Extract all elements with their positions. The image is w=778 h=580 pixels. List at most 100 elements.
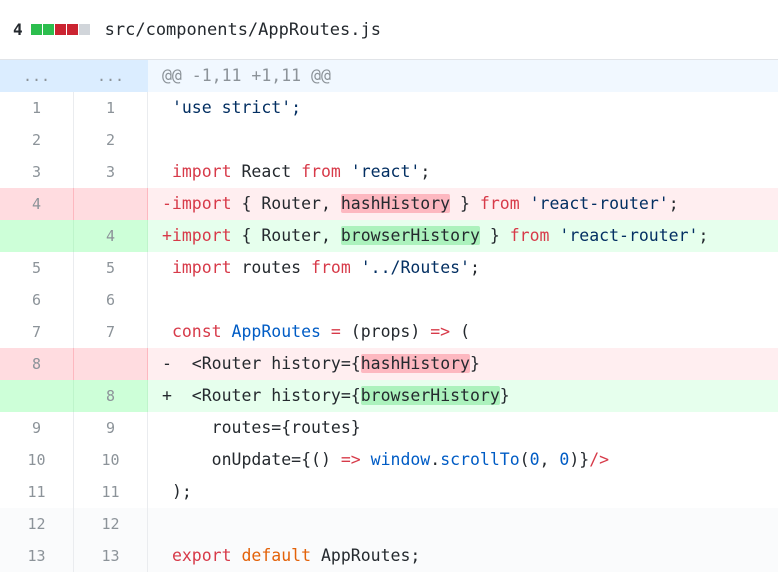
string-token: 'use strict'; <box>171 98 302 117</box>
identifier-token: window <box>370 450 431 469</box>
punct-token: { <box>350 354 361 373</box>
diff-line: 6 6 <box>0 284 778 316</box>
identifier-token: routes <box>241 258 302 277</box>
code-content <box>148 124 778 156</box>
tag-token: Router <box>201 386 262 405</box>
keyword-token: -import <box>162 194 232 213</box>
string-token: 'react' <box>350 162 421 181</box>
removed-word-highlight: hashHistory <box>360 354 470 373</box>
code-content: import routes from '../Routes'; <box>148 252 778 284</box>
number-token: 0 <box>529 450 540 469</box>
old-line-number[interactable]: 13 <box>0 540 74 572</box>
tag-token: Router <box>201 354 262 373</box>
new-line-number[interactable]: 6 <box>74 284 148 316</box>
expand-down-button[interactable]: ... <box>74 60 148 92</box>
punct-token: } <box>499 386 510 405</box>
punct-token: {routes} <box>281 418 361 437</box>
diff-line: 12 12 <box>0 508 778 540</box>
code-content: const AppRoutes = (props) => ( <box>148 316 778 348</box>
diffstat-block <box>54 24 66 35</box>
deleted-line: 8 - <Router history={hashHistory} <box>0 348 778 380</box>
diff-line: 2 2 <box>0 124 778 156</box>
diffstat-block <box>66 24 78 35</box>
punct-token: ( <box>460 322 470 341</box>
diffstat-block <box>78 24 90 35</box>
arrow-token: => <box>340 450 361 469</box>
old-line-number[interactable]: 4 <box>0 188 74 220</box>
punct-token: ; <box>668 194 679 213</box>
old-line-number[interactable]: 2 <box>0 124 74 156</box>
diff-line: 11 11 ); <box>0 476 778 508</box>
diff-line: 10 10 onUpdate={() => window.scrollTo(0,… <box>0 444 778 476</box>
punct-token: } <box>489 226 500 245</box>
new-line-number[interactable]: 10 <box>74 444 148 476</box>
diffstat-bar <box>30 24 91 35</box>
added-line: 4 +import { Router, browserHistory } fro… <box>0 220 778 252</box>
new-line-number[interactable]: 4 <box>74 220 148 252</box>
new-line-number[interactable]: 1 <box>74 92 148 124</box>
expand-up-button[interactable]: ... <box>0 60 74 92</box>
old-line-number[interactable]: 1 <box>0 92 74 124</box>
old-line-number[interactable] <box>0 380 74 412</box>
deleted-line: 4 -import { Router, hashHistory } from '… <box>0 188 778 220</box>
punct-token: ); <box>171 482 192 501</box>
method-token: scrollTo <box>440 450 520 469</box>
added-word-highlight: browserHistory <box>360 386 500 405</box>
diff-line: 9 9 routes={routes} <box>0 412 778 444</box>
code-content: ); <box>148 476 778 508</box>
old-line-number[interactable] <box>0 220 74 252</box>
punct-token: } <box>460 194 470 213</box>
punct-token: ; <box>470 258 480 277</box>
new-line-number[interactable]: 13 <box>74 540 148 572</box>
new-line-number[interactable]: 9 <box>74 412 148 444</box>
old-line-number[interactable]: 11 <box>0 476 74 508</box>
keyword-token: from <box>301 162 341 181</box>
new-line-number[interactable]: 5 <box>74 252 148 284</box>
old-line-number[interactable]: 3 <box>0 156 74 188</box>
punct-token: ; <box>698 226 709 245</box>
code-content: import React from 'react'; <box>148 156 778 188</box>
identifier-token: { Router, <box>241 226 331 245</box>
removed-word-highlight: hashHistory <box>340 194 451 213</box>
new-line-number[interactable]: 2 <box>74 124 148 156</box>
old-line-number[interactable]: 7 <box>0 316 74 348</box>
code-content: +import { Router, browserHistory } from … <box>148 220 778 252</box>
hunk-header: @@ -1,11 +1,11 @@ <box>148 60 778 92</box>
old-line-number[interactable]: 12 <box>0 508 74 540</box>
file-path-link[interactable]: src/components/AppRoutes.js <box>105 20 381 40</box>
new-line-number[interactable]: 7 <box>74 316 148 348</box>
arrow-token: => <box>430 322 451 341</box>
new-line-number[interactable]: 11 <box>74 476 148 508</box>
old-line-number[interactable]: 10 <box>0 444 74 476</box>
code-content <box>148 508 778 540</box>
new-line-number[interactable]: 12 <box>74 508 148 540</box>
keyword-token: import <box>171 258 232 277</box>
old-line-number[interactable]: 9 <box>0 412 74 444</box>
operator-token: = <box>330 322 341 341</box>
diffstat-block <box>30 24 42 35</box>
code-content: onUpdate={() => window.scrollTo(0, 0)}/> <box>148 444 778 476</box>
keyword-token: import <box>171 162 232 181</box>
code-content: 'use strict'; <box>148 92 778 124</box>
keyword-token: export <box>171 546 232 565</box>
keyword-token: from <box>509 226 550 245</box>
code-content: - <Router history={hashHistory} <box>148 348 778 380</box>
number-token: 0 <box>559 450 570 469</box>
diff-line: 13 13 export default AppRoutes; <box>0 540 778 572</box>
old-line-number[interactable]: 8 <box>0 348 74 380</box>
new-line-number[interactable] <box>74 188 148 220</box>
keyword-token: default <box>241 546 312 565</box>
punct-token: , <box>539 450 560 469</box>
string-token: 'react-router' <box>529 194 669 213</box>
new-line-number[interactable]: 3 <box>74 156 148 188</box>
new-line-number[interactable] <box>74 348 148 380</box>
diff-line: 7 7 const AppRoutes = (props) => ( <box>0 316 778 348</box>
punct-token: /> <box>589 450 610 469</box>
code-content: + <Router history={browserHistory} <box>148 380 778 412</box>
diff-line: 5 5 import routes from '../Routes'; <box>0 252 778 284</box>
identifier-token: AppRoutes <box>231 322 321 341</box>
punct-token: } <box>470 354 480 373</box>
new-line-number[interactable]: 8 <box>74 380 148 412</box>
old-line-number[interactable]: 6 <box>0 284 74 316</box>
old-line-number[interactable]: 5 <box>0 252 74 284</box>
